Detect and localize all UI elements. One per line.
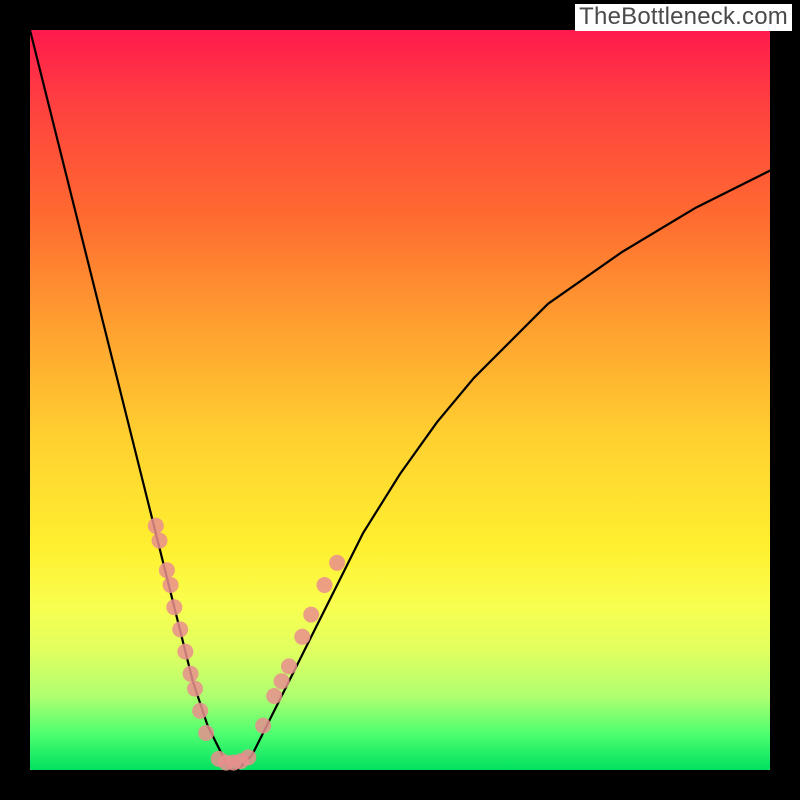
marker-dot [255,718,271,734]
marker-dots [148,518,345,771]
marker-dot [317,577,333,593]
marker-dot [177,644,193,660]
curve-layer [30,30,770,770]
marker-dot [294,629,310,645]
marker-dot [187,681,203,697]
watermark-text: TheBottleneck.com [575,4,792,31]
marker-dot [163,577,179,593]
marker-dot [329,555,345,571]
marker-dot [281,658,297,674]
marker-dot [274,673,290,689]
marker-dot [152,533,168,549]
marker-dot [240,749,256,765]
marker-dot [198,725,214,741]
marker-dot [159,562,175,578]
marker-dot [303,607,319,623]
marker-dot [166,599,182,615]
marker-dot [172,621,188,637]
chart-frame: TheBottleneck.com [0,0,800,800]
plot-area [30,30,770,770]
bottleneck-curve [30,30,770,770]
marker-dot [183,666,199,682]
bottleneck-curve-path [30,30,770,770]
marker-dot [192,703,208,719]
marker-dot [148,518,164,534]
marker-dot [266,688,282,704]
